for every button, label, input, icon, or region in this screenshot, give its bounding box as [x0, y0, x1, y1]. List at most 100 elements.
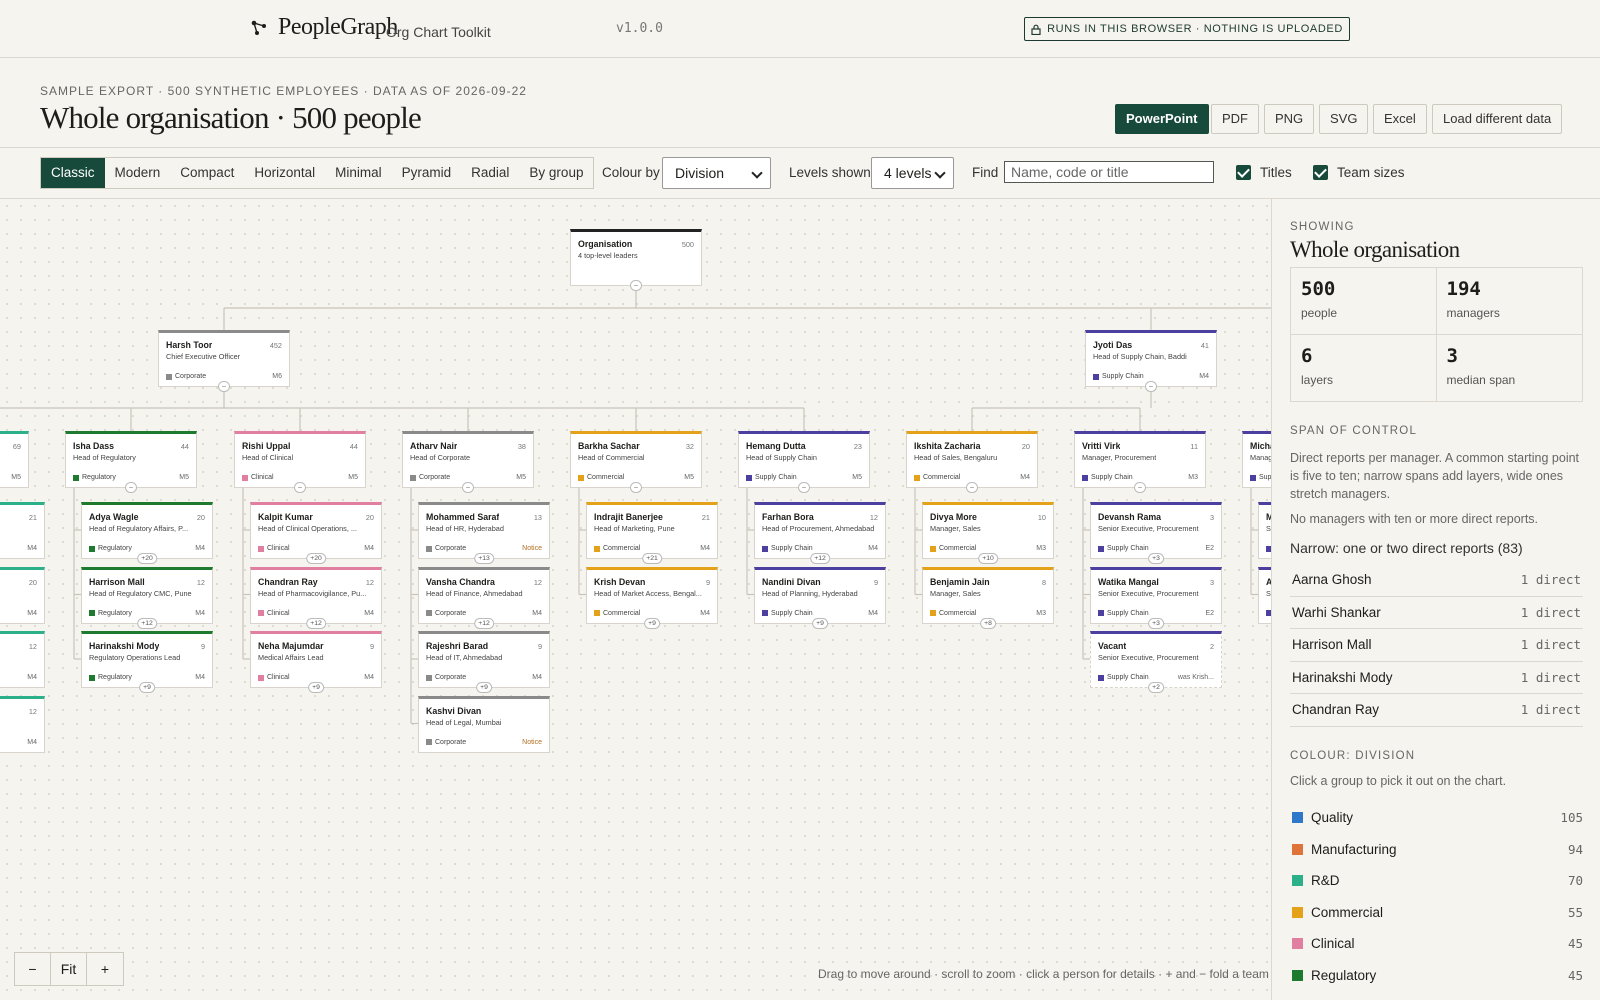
person-card-nandini-divan[interactable]: Nandini Divan Head of Planning, Hyderabad… — [754, 566, 886, 629]
person-card-harinakshi-mody[interactable]: Harinakshi Mody Regulatory Operations Lea… — [81, 631, 213, 693]
layout-horizontal[interactable]: Horizontal — [244, 158, 325, 188]
person-card-jyoti-das[interactable]: Jyoti Das Head of Supply Chain, Baddi 41 Su… — [1085, 330, 1217, 392]
find-input[interactable] — [1004, 161, 1214, 183]
team-sizes-checkbox[interactable] — [1313, 165, 1328, 180]
person-card-krish-devan[interactable]: Krish Devan Head of Market Access, Bengal… — [586, 566, 718, 629]
fold-toggle[interactable]: +20 — [306, 553, 326, 564]
person-card-divya-more[interactable]: Divya More Manager, Sales 10 Commercial M3 +1… — [922, 502, 1054, 564]
layout-by-group[interactable]: By group — [519, 158, 593, 188]
narrow-name: Aarna Ghosh — [1292, 572, 1372, 588]
export-powerpoint-button[interactable]: PowerPoint — [1115, 104, 1209, 134]
person-card-adya-wagle[interactable]: Adya Wagle Head of Regulatory Affairs, P.… — [81, 502, 213, 564]
fold-toggle[interactable]: +10 — [978, 553, 998, 564]
fold-toggle[interactable]: +12 — [137, 617, 157, 629]
load-data-button[interactable]: Load different data — [1432, 104, 1563, 134]
legend-item-manufacturing[interactable]: Manufacturing 94 — [1290, 834, 1583, 866]
export-svg-button[interactable]: SVG — [1319, 104, 1369, 134]
person-card-watika-mangal[interactable]: Watika Mangal Senior Executive, Procureme… — [1090, 566, 1222, 629]
export-pdf-button[interactable]: PDF — [1211, 104, 1259, 134]
narrow-list-item[interactable]: Aarna Ghosh 1 direct — [1290, 564, 1583, 597]
fold-toggle[interactable]: +20 — [137, 553, 157, 564]
layout-radial[interactable]: Radial — [461, 158, 519, 188]
fold-toggle[interactable]: +9 — [644, 617, 660, 629]
fold-toggle[interactable]: – — [630, 280, 642, 291]
person-card-vritti-virk[interactable]: Vritti Virk Manager, Procurement 11 Supply … — [1074, 431, 1206, 493]
person-card-rishi-uppal[interactable]: Rishi Uppal Head of Clinical 44 Clinical M5 – — [234, 431, 366, 493]
person-card-micha[interactable]: Micha Manag Supply Chain — [1242, 431, 1271, 488]
narrow-list-item[interactable]: Harinakshi Mody 1 direct — [1290, 662, 1583, 694]
fold-toggle[interactable]: – — [125, 482, 137, 493]
legend-item-regulatory[interactable]: Regulatory 45 — [1290, 960, 1583, 992]
legend-item-commercial[interactable]: Commercial 55 — [1290, 897, 1583, 929]
narrow-list-item[interactable]: Chandran Ray 1 direct — [1290, 694, 1583, 727]
fold-toggle[interactable]: +9 — [308, 682, 324, 693]
person-card-devansh-rama[interactable]: Devansh Rama Senior Executive, Procuremen… — [1090, 502, 1222, 564]
fold-toggle[interactable]: – — [1134, 482, 1146, 493]
person-card-vansha-chandra[interactable]: Vansha Chandra Head of Finance, Ahmedabad… — [418, 566, 550, 629]
zoom-in-button[interactable]: + — [87, 953, 123, 985]
person-card-harsh-toor[interactable]: Harsh Toor Chief Executive Officer 452 Corp… — [158, 330, 290, 392]
person-card-neha-majumdar[interactable]: Neha Majumdar Medical Affairs Lead 9 Clinic… — [250, 631, 382, 693]
person-card-farhan-bora[interactable]: Farhan Bora Head of Procurement, Ahmedaba… — [754, 502, 886, 564]
legend-item-quality[interactable]: Quality 105 — [1290, 802, 1583, 834]
titles-checkbox[interactable] — [1236, 165, 1251, 180]
fold-toggle[interactable]: – — [1145, 381, 1157, 392]
levels-select[interactable]: 4 levels — [871, 157, 954, 189]
fold-toggle[interactable]: +2 — [1148, 682, 1164, 693]
org-chart-canvas[interactable]: Organisation 4 top-level leaders 500– Harsh… — [0, 199, 1271, 1000]
fold-toggle[interactable]: – — [966, 482, 978, 493]
fold-toggle[interactable]: +9 — [476, 682, 492, 693]
person-card-hemang-dutta[interactable]: Hemang Dutta Head of Supply Chain 23 Supply… — [738, 431, 870, 493]
layout-modern[interactable]: Modern — [105, 158, 171, 188]
zoom-out-button[interactable]: − — [15, 953, 51, 985]
fold-toggle[interactable]: +12 — [810, 553, 830, 564]
fold-toggle[interactable]: +12 — [474, 617, 494, 629]
person-card-card[interactable]: ddi21R&DM4 — [0, 502, 45, 559]
fold-toggle[interactable]: +8 — [980, 617, 996, 629]
person-card-card[interactable]: Pate...12R&DM4 — [0, 695, 45, 753]
layout-compact[interactable]: Compact — [170, 158, 244, 188]
person-card-benjamin-jain[interactable]: Benjamin Jain Manager, Sales 8 Commercial M3… — [922, 566, 1054, 629]
person-card-isha-dass[interactable]: Isha Dass Head of Regulatory 44 Regulatory M… — [65, 431, 197, 493]
narrow-list-item[interactable]: Harrison Mall 1 direct — [1290, 629, 1583, 662]
person-card-indrajit-banerjee[interactable]: Indrajit Banerjee Head of Marketing, Pune… — [586, 502, 718, 564]
fold-toggle[interactable]: – — [798, 482, 810, 493]
fold-toggle[interactable]: – — [630, 482, 642, 493]
fold-toggle[interactable]: – — [462, 482, 474, 493]
legend-item-clinical[interactable]: Clinical 45 — [1290, 928, 1583, 960]
legend-item-r-d[interactable]: R&D 70 — [1290, 865, 1583, 897]
zoom-fit-button[interactable]: Fit — [51, 953, 87, 985]
layout-classic[interactable]: Classic — [41, 158, 105, 188]
person-card-ikshita-zacharia[interactable]: Ikshita Zacharia Head of Sales, Bengaluru… — [906, 431, 1038, 493]
person-card-mohammed-saraf[interactable]: Mohammed Saraf Head of HR, Hyderabad 13 Cor… — [418, 502, 550, 564]
fold-toggle[interactable]: +12 — [306, 617, 326, 629]
colour-by-select[interactable]: Division — [662, 157, 771, 189]
person-card-barkha-sachar[interactable]: Barkha Sachar Head of Commercial 32 Commerc… — [570, 431, 702, 493]
layout-pyramid[interactable]: Pyramid — [392, 158, 462, 188]
person-card-vacant[interactable]: Vacant Senior Executive, Procurement 2 Supp… — [1090, 631, 1222, 693]
person-card-atharv-nair[interactable]: Atharv Nair Head of Corporate 38 Corporate M… — [402, 431, 534, 493]
fold-toggle[interactable]: – — [294, 482, 306, 493]
export-png-button[interactable]: PNG — [1264, 104, 1315, 134]
person-card-rajeshri-barad[interactable]: Rajeshri Barad Head of IT, Ahmedabad 9 Corp… — [418, 631, 550, 693]
person-card-harrison-mall[interactable]: Harrison Mall Head of Regulatory CMC, Pun… — [81, 566, 213, 629]
fold-toggle[interactable]: +21 — [642, 553, 662, 564]
fold-toggle[interactable]: +3 — [1148, 617, 1164, 629]
person-card-kashvi-divan[interactable]: Kashvi Divan Head of Legal, Mumbai Corpora… — [418, 695, 550, 753]
person-card-card[interactable]: Mumbai20R&DM4 — [0, 566, 45, 624]
fold-toggle[interactable]: +13 — [474, 553, 494, 564]
layout-minimal[interactable]: Minimal — [325, 158, 392, 188]
export-excel-button[interactable]: Excel — [1373, 104, 1427, 134]
narrow-list-item[interactable]: Warhi Shankar 1 direct — [1290, 597, 1583, 629]
person-card-kalpit-kumar[interactable]: Kalpit Kumar Head of Clinical Operations,… — [250, 502, 382, 564]
fold-toggle[interactable]: +3 — [1148, 553, 1164, 564]
person-card-card[interactable]: try, Be...12R&DM4 — [0, 631, 45, 688]
fold-toggle[interactable]: +9 — [812, 617, 828, 629]
person-card-a[interactable]: ASeSupply Chain — [1258, 566, 1271, 624]
fold-toggle[interactable]: – — [218, 381, 230, 392]
fold-toggle[interactable]: +9 — [139, 682, 155, 693]
person-card-chandran-ray[interactable]: Chandran Ray Head of Pharmacovigilance, P… — [250, 566, 382, 629]
person-card-organisation[interactable]: Organisation 4 top-level leaders 500 – — [570, 229, 702, 291]
person-card-card[interactable]: 69R&DM5 — [0, 431, 29, 488]
person-card-m[interactable]: MSeSupply Chain — [1258, 502, 1271, 559]
